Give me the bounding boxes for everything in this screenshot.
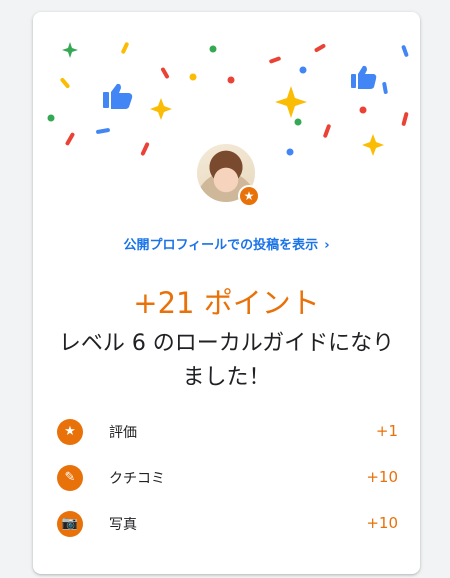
profile-link-label: 公開プロフィールでの投稿を表示 — [123, 238, 319, 253]
sparkle-icon — [150, 98, 172, 120]
list-item-photo: 📷 写真 +10 — [33, 509, 420, 555]
view-public-profile-link[interactable]: 公開プロフィールでの投稿を表示 › — [33, 234, 420, 253]
row-points: +10 — [366, 468, 398, 486]
row-label: クチコミ — [109, 471, 165, 487]
review-edit-icon: ✎ — [57, 465, 83, 491]
points-breakdown-list: ★ 評価 +1 ✎ クチコミ +10 📷 写真 +10 — [33, 417, 420, 555]
star-icon: ★ — [57, 419, 83, 445]
level-up-message: レベル 6 のローカルガイドになりました！ — [58, 331, 395, 390]
row-points: +10 — [366, 514, 398, 532]
row-label: 評価 — [109, 425, 137, 441]
sparkle-icon — [362, 134, 384, 156]
list-item-rating: ★ 評価 +1 — [33, 417, 420, 463]
sparkle-icon — [62, 42, 78, 58]
list-item-review: ✎ クチコミ +10 — [33, 463, 420, 509]
star-icon: ★ — [238, 185, 260, 207]
points-earned: +21 ポイント — [133, 286, 320, 320]
thumbs-up-icon — [103, 83, 133, 109]
chevron-right-icon: › — [324, 238, 330, 253]
sparkle-icon — [275, 86, 307, 118]
thumbs-up-icon — [351, 65, 377, 89]
row-points: +1 — [375, 422, 398, 440]
achievement-card: ★ 公開プロフィールでの投稿を表示 › +21 ポイント レベル 6 のローカルガ… — [33, 12, 420, 574]
camera-icon: 📷 — [57, 511, 83, 537]
row-label: 写真 — [109, 517, 137, 533]
